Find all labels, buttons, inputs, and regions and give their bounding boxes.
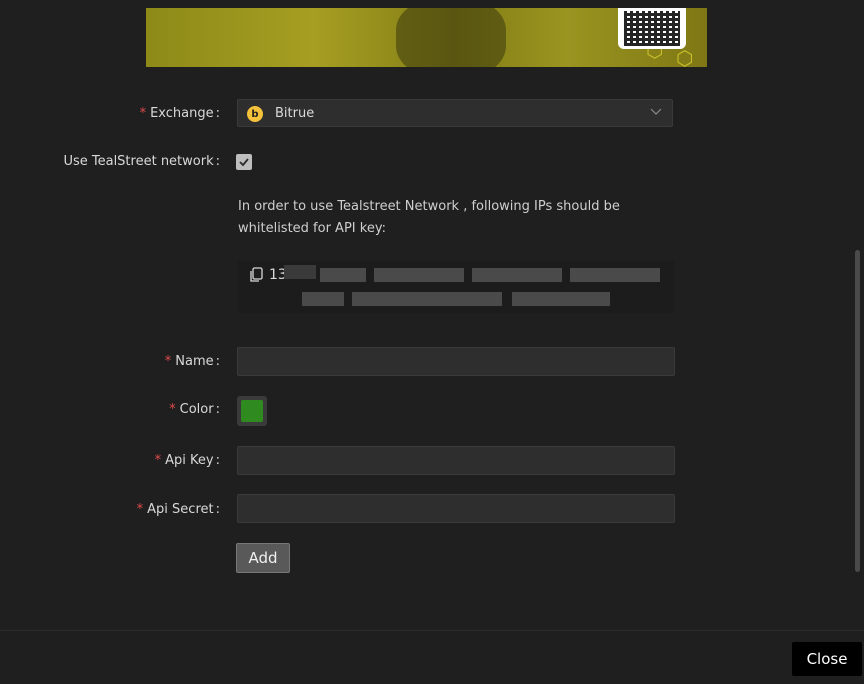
color-swatch: [241, 400, 263, 422]
redacted-ip: [320, 268, 366, 282]
add-button[interactable]: Add: [236, 543, 290, 573]
color-picker[interactable]: [237, 396, 267, 426]
color-label: * Color:: [169, 402, 220, 417]
api-secret-input[interactable]: [237, 494, 675, 523]
checkmark-icon: [239, 158, 249, 167]
whitelist-info-text: In order to use Tealstreet Network , fol…: [238, 199, 620, 236]
name-label: * Name:: [164, 354, 220, 369]
scrollbar-thumb[interactable]: [855, 250, 860, 572]
promo-banner: ⬡ ⬡: [146, 8, 707, 67]
redacted-ip: [472, 268, 562, 282]
api-key-label: * Api Key:: [154, 453, 220, 468]
exchange-value: Bitrue: [275, 106, 315, 121]
redacted-ip: [352, 292, 502, 306]
qr-code: [618, 8, 686, 49]
banner-figure: [396, 8, 506, 67]
modal-footer: [0, 630, 864, 684]
chevron-down-icon: [650, 108, 662, 115]
redacted-ip: [284, 265, 316, 279]
tealstreet-checkbox[interactable]: [236, 154, 252, 170]
modal-body: ⬡ ⬡ * Exchange: b Bitrue Use TealStreet n…: [0, 0, 852, 630]
redacted-ip: [570, 268, 660, 282]
redacted-ip: [512, 292, 610, 306]
redacted-ip: [374, 268, 464, 282]
ip-list-box: 13: [238, 261, 674, 313]
hexagon-icon: ⬡: [676, 46, 694, 67]
close-button[interactable]: Close: [792, 642, 862, 676]
bitrue-logo-icon: b: [247, 106, 263, 122]
tealstreet-label: Use TealStreet network:: [63, 154, 220, 169]
exchange-label: * Exchange:: [139, 106, 220, 121]
copy-icon[interactable]: [248, 267, 264, 283]
api-secret-label: * Api Secret:: [136, 502, 220, 517]
redacted-ip: [302, 292, 344, 306]
exchange-select[interactable]: b Bitrue: [237, 99, 673, 127]
name-input[interactable]: [237, 347, 675, 376]
api-key-input[interactable]: [237, 446, 675, 475]
